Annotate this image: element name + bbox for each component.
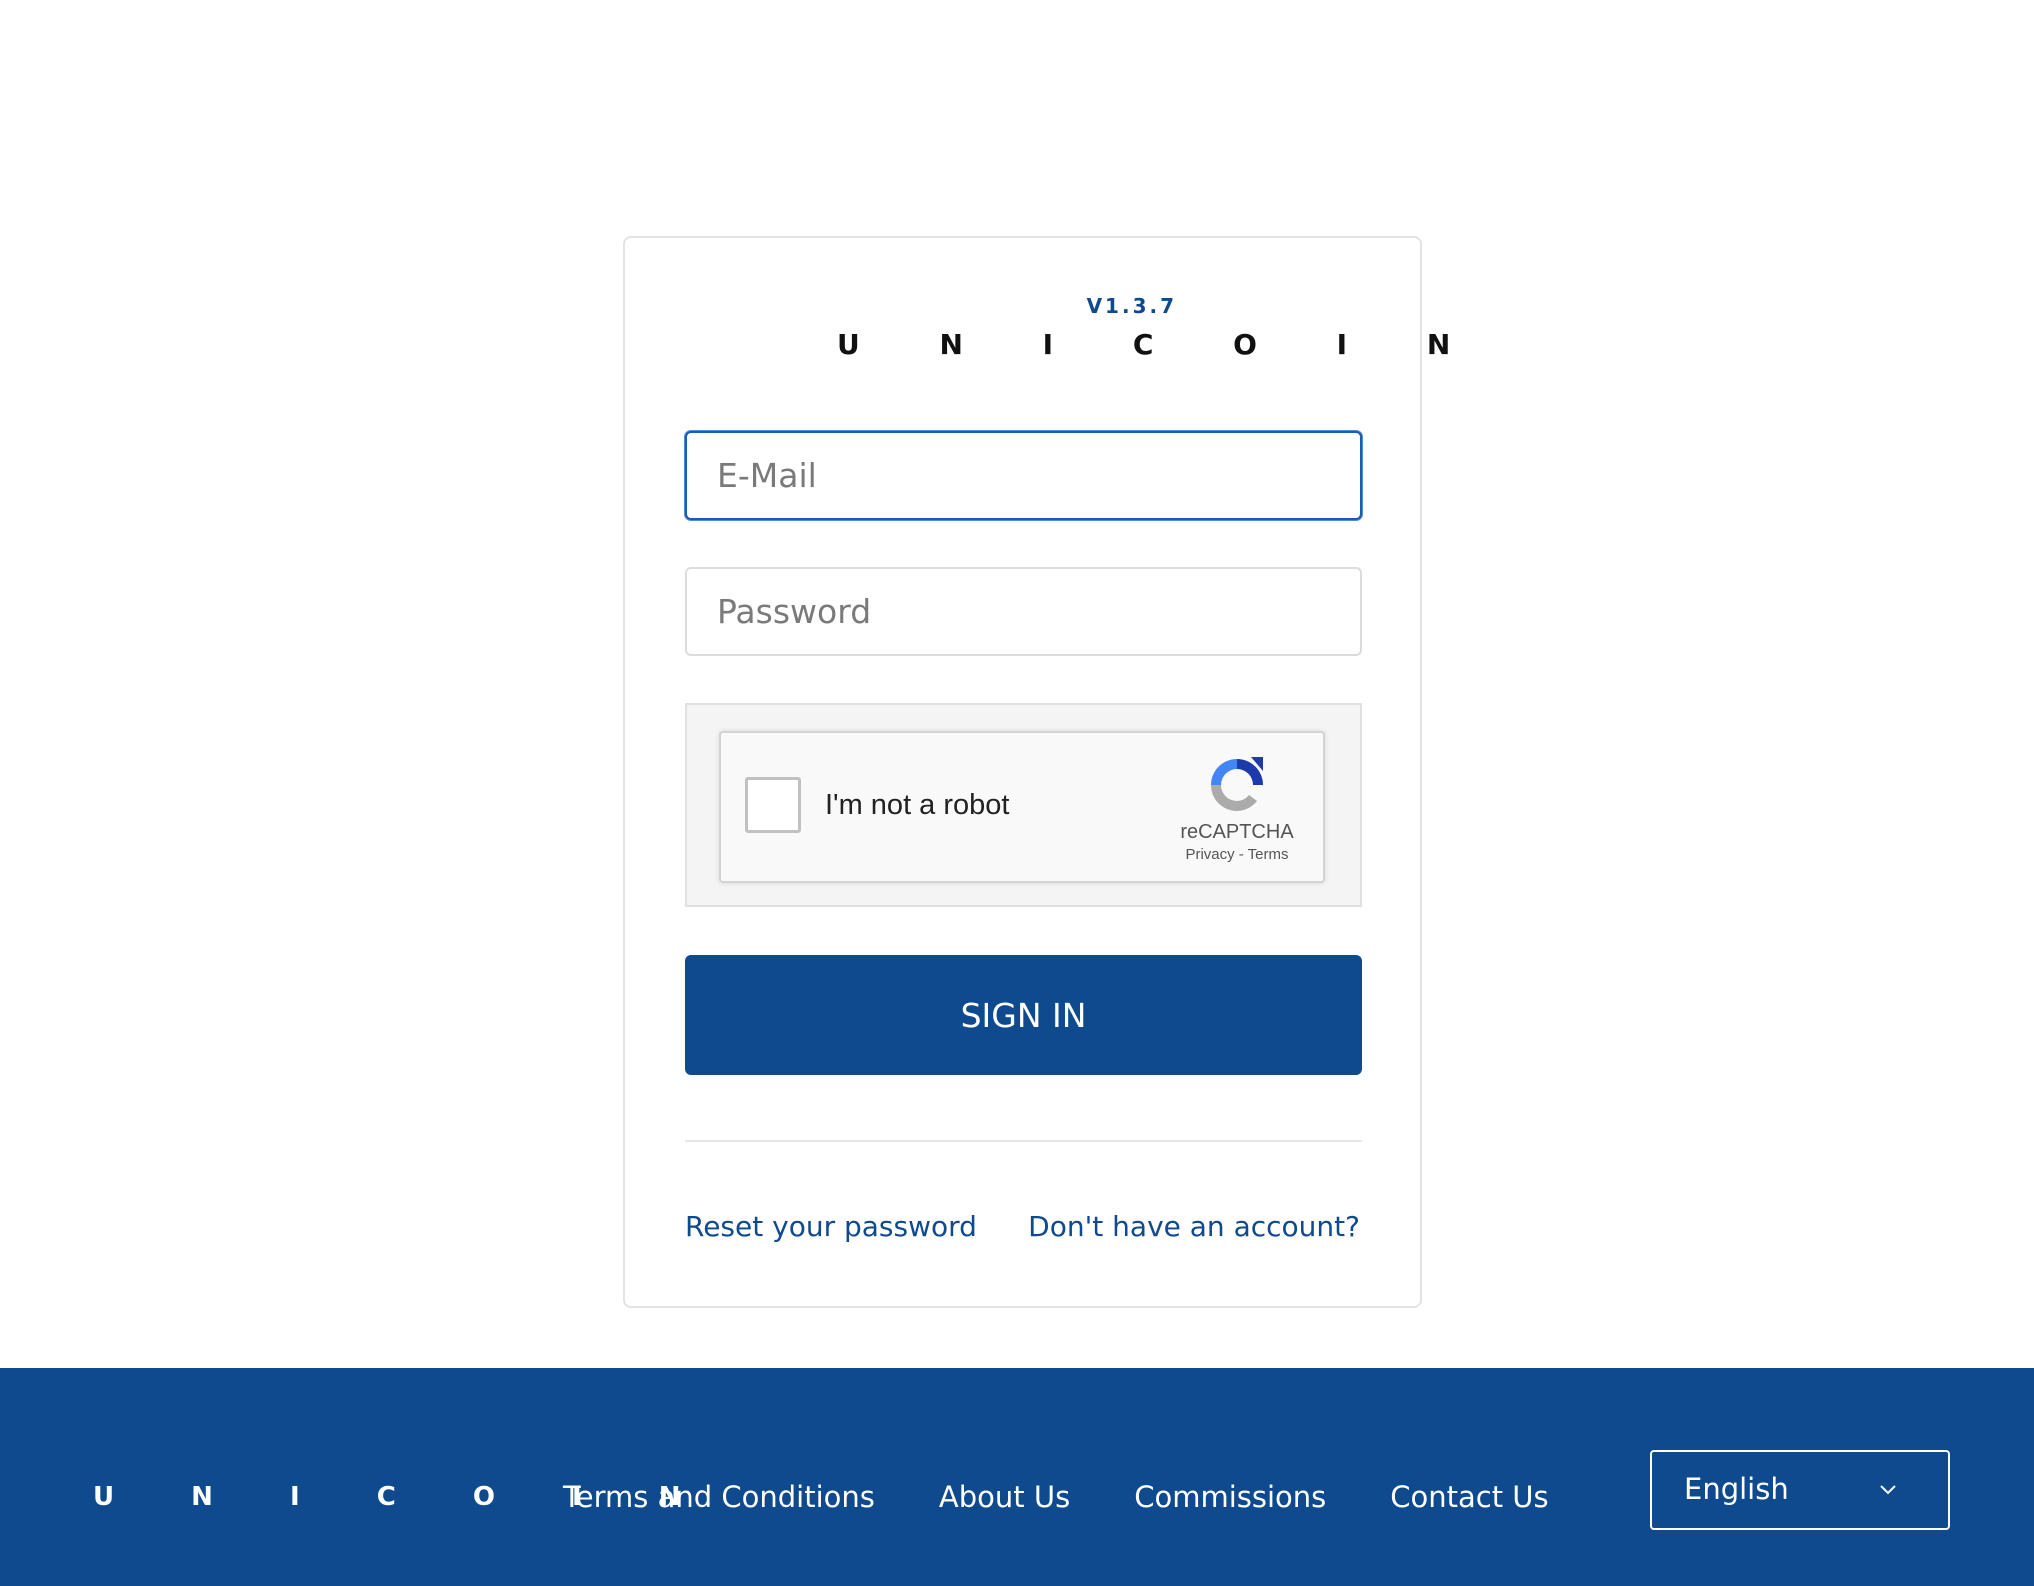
captcha-checkbox[interactable] bbox=[745, 777, 801, 833]
signup-link[interactable]: Don't have an account? bbox=[1028, 1210, 1360, 1243]
captcha-links[interactable]: Privacy - Terms bbox=[1177, 846, 1297, 863]
captcha-label: I'm not a robot bbox=[825, 789, 1010, 821]
chevron-down-icon bbox=[1878, 1482, 1898, 1501]
footer: U N I C O I N Terms and Conditions About… bbox=[0, 1368, 2034, 1586]
language-select[interactable]: English bbox=[1650, 1450, 1950, 1530]
recaptcha-icon bbox=[1177, 753, 1297, 817]
captcha-branding: reCAPTCHA Privacy - Terms bbox=[1177, 753, 1297, 873]
login-card: V1.3.7 U N I C O I N I'm not a robot bbox=[623, 236, 1450, 1308]
footer-link-terms[interactable]: Terms and Conditions bbox=[563, 1480, 875, 1514]
captcha-brand-text: reCAPTCHA bbox=[1180, 821, 1294, 843]
email-field[interactable] bbox=[685, 431, 1362, 520]
language-value: English bbox=[1684, 1472, 1789, 1506]
footer-link-about[interactable]: About Us bbox=[939, 1480, 1070, 1514]
captcha-widget: I'm not a robot reCAPTCHA Privacy - Term… bbox=[719, 731, 1325, 883]
captcha-container: I'm not a robot reCAPTCHA Privacy - Term… bbox=[685, 703, 1362, 907]
footer-link-contact[interactable]: Contact Us bbox=[1390, 1480, 1548, 1514]
version-label: V1.3.7 bbox=[1086, 294, 1177, 318]
password-field[interactable] bbox=[685, 567, 1362, 656]
signin-button[interactable]: SIGN IN bbox=[685, 955, 1362, 1075]
reset-password-link[interactable]: Reset your password bbox=[685, 1210, 977, 1243]
divider bbox=[685, 1140, 1362, 1142]
brand-logo: V1.3.7 U N I C O I N bbox=[837, 288, 1450, 361]
brand-wordmark: U N I C O I N bbox=[837, 328, 1486, 361]
footer-nav: Terms and Conditions About Us Commission… bbox=[563, 1480, 1549, 1514]
footer-link-commissions[interactable]: Commissions bbox=[1134, 1480, 1326, 1514]
login-page: V1.3.7 U N I C O I N I'm not a robot bbox=[0, 0, 2034, 1586]
